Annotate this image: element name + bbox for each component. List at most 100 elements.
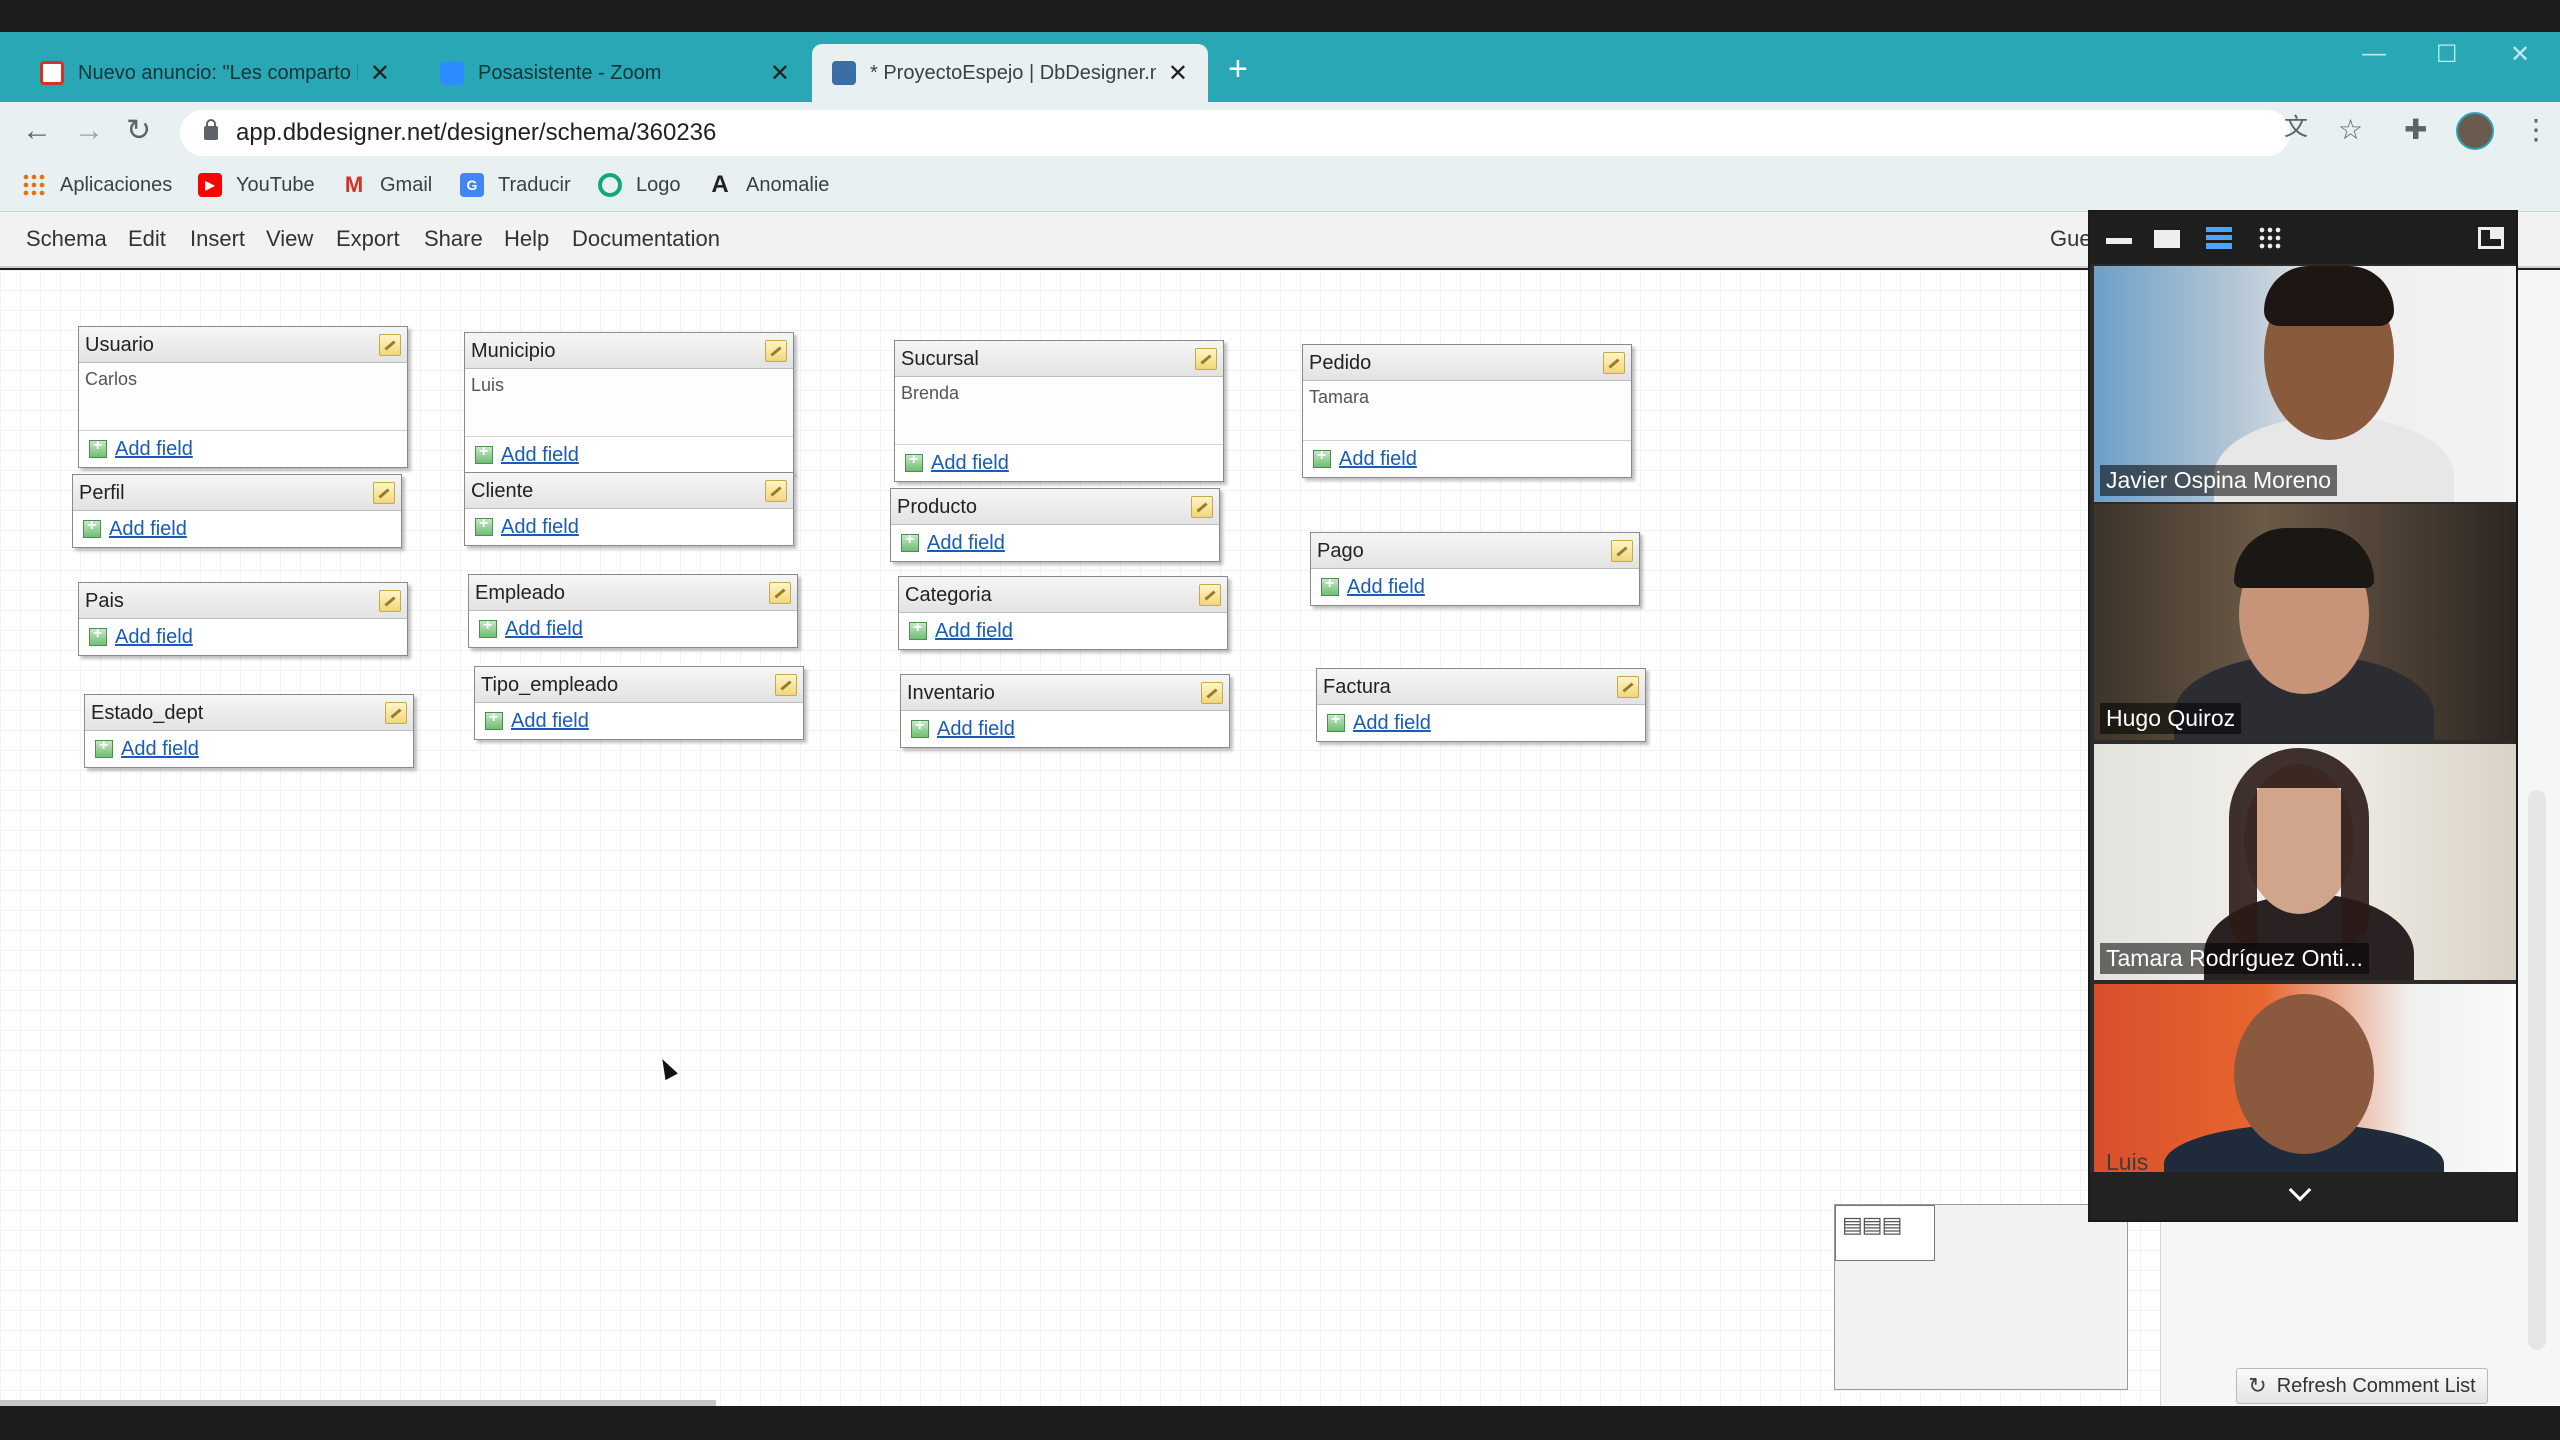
bookmark-traducir[interactable]: G Traducir xyxy=(460,173,571,197)
table-inventario[interactable]: Inventario Add field xyxy=(900,674,1230,748)
add-field-link[interactable]: Add field xyxy=(511,710,589,733)
menu-share[interactable]: Share xyxy=(424,226,483,252)
edit-table-icon[interactable] xyxy=(373,482,395,504)
tab-dbdesigner[interactable]: * ProyectoEspejo | DbDesigner.n ✕ xyxy=(812,44,1208,102)
add-field-link[interactable]: Add field xyxy=(115,438,193,461)
address-bar[interactable]: app.dbdesigner.net/designer/schema/36023… xyxy=(180,110,2290,156)
bookmark-youtube[interactable]: ▶ YouTube xyxy=(198,173,315,197)
add-field-link[interactable]: Add field xyxy=(115,626,193,649)
zoom-minimize-icon[interactable] xyxy=(2106,238,2132,244)
close-icon[interactable]: ✕ xyxy=(770,59,790,88)
bookmark-apps[interactable]: Aplicaciones xyxy=(22,173,172,197)
guest-label[interactable]: Gue xyxy=(2050,226,2092,252)
edit-table-icon[interactable] xyxy=(765,480,787,502)
close-icon[interactable]: ✕ xyxy=(1168,59,1188,88)
edit-table-icon[interactable] xyxy=(385,702,407,724)
bookmark-logo[interactable]: Logo xyxy=(598,173,681,197)
mouse-cursor xyxy=(656,1055,678,1081)
zoom-exit-floating-icon[interactable] xyxy=(2478,227,2504,249)
maximize-window-icon[interactable]: ☐ xyxy=(2436,40,2458,69)
zoom-speaker-view-icon[interactable] xyxy=(2154,230,2180,248)
edit-table-icon[interactable] xyxy=(1617,676,1639,698)
table-pago[interactable]: Pago Add field xyxy=(1310,532,1640,606)
table-municipio[interactable]: Municipio Luis Add field xyxy=(464,332,794,474)
table-pedido[interactable]: Pedido Tamara Add field xyxy=(1302,344,1632,478)
youtube-icon: ▶ xyxy=(198,173,222,197)
translate-icon[interactable]: 文 xyxy=(2284,116,2308,140)
menu-export[interactable]: Export xyxy=(336,226,400,252)
menu-edit[interactable]: Edit xyxy=(128,226,166,252)
edit-table-icon[interactable] xyxy=(765,340,787,362)
minimap[interactable]: ▤▤▤ xyxy=(1834,1204,2128,1390)
participant-video[interactable]: Javier Ospina Moreno xyxy=(2094,266,2516,502)
minimize-window-icon[interactable]: — xyxy=(2362,40,2386,68)
zoom-gallery-view-icon[interactable] xyxy=(2258,226,2282,250)
add-field-link[interactable]: Add field xyxy=(1339,448,1417,471)
add-field-link[interactable]: Add field xyxy=(505,618,583,641)
close-icon[interactable]: ✕ xyxy=(370,59,390,88)
add-field-link[interactable]: Add field xyxy=(1353,712,1431,735)
star-icon[interactable]: ☆ xyxy=(2338,116,2363,144)
table-producto[interactable]: Producto Add field xyxy=(890,488,1220,562)
refresh-comment-list-button[interactable]: ↻ Refresh Comment List xyxy=(2236,1368,2488,1404)
zoom-video-panel[interactable]: Javier Ospina Moreno Hugo Quiroz Tamara … xyxy=(2088,210,2518,1222)
back-arrow-icon[interactable]: ← xyxy=(22,116,52,146)
edit-table-icon[interactable] xyxy=(1201,682,1223,704)
add-field-link[interactable]: Add field xyxy=(931,452,1009,475)
tab-zoom[interactable]: Posasistente - Zoom ✕ xyxy=(420,44,810,102)
forward-arrow-icon[interactable]: → xyxy=(74,116,104,146)
participant-video[interactable]: Hugo Quiroz xyxy=(2094,504,2516,740)
menu-schema[interactable]: Schema xyxy=(26,226,107,252)
add-field-link[interactable]: Add field xyxy=(927,532,1005,555)
menu-dots-icon[interactable]: ⋮ xyxy=(2522,116,2550,144)
edit-table-icon[interactable] xyxy=(379,334,401,356)
add-field-link[interactable]: Add field xyxy=(121,738,199,761)
add-field-link[interactable]: Add field xyxy=(501,444,579,467)
tab-title: Posasistente - Zoom xyxy=(478,61,662,84)
table-factura[interactable]: Factura Add field xyxy=(1316,668,1646,742)
edit-table-icon[interactable] xyxy=(379,590,401,612)
minimap-viewport[interactable]: ▤▤▤ xyxy=(1835,1205,1935,1261)
edit-table-icon[interactable] xyxy=(1611,540,1633,562)
tab-gmail[interactable]: Nuevo anuncio: "Les comparto l ✕ xyxy=(20,44,410,102)
add-field-link[interactable]: Add field xyxy=(501,516,579,539)
table-cliente[interactable]: Cliente Add field xyxy=(464,472,794,546)
table-categoria[interactable]: Categoria Add field xyxy=(898,576,1228,650)
add-field-link[interactable]: Add field xyxy=(937,718,1015,741)
menu-insert[interactable]: Insert xyxy=(190,226,245,252)
bookmark-anomalie[interactable]: A Anomalie xyxy=(708,171,829,198)
comments-scrollbar[interactable] xyxy=(2528,790,2546,1350)
bookmark-gmail[interactable]: M Gmail xyxy=(342,172,432,197)
menu-view[interactable]: View xyxy=(266,226,313,252)
table-name: Pais xyxy=(85,590,124,612)
menu-help[interactable]: Help xyxy=(504,226,549,252)
edit-table-icon[interactable] xyxy=(1603,352,1625,374)
table-usuario[interactable]: Usuario Carlos Add field xyxy=(78,326,408,468)
table-tipo-empleado[interactable]: Tipo_empleado Add field xyxy=(474,666,804,740)
add-field-link[interactable]: Add field xyxy=(1347,576,1425,599)
close-window-icon[interactable]: ✕ xyxy=(2510,40,2530,69)
chevron-down-icon[interactable] xyxy=(2288,1178,2312,1202)
zoom-strip-view-icon[interactable] xyxy=(2206,227,2232,249)
edit-table-icon[interactable] xyxy=(769,582,791,604)
extensions-icon[interactable]: ✚ xyxy=(2404,116,2427,144)
edit-table-icon[interactable] xyxy=(1195,348,1217,370)
participant-video[interactable]: Tamara Rodríguez Onti... xyxy=(2094,744,2516,980)
edit-table-icon[interactable] xyxy=(1199,584,1221,606)
menu-documentation[interactable]: Documentation xyxy=(572,226,720,252)
edit-table-icon[interactable] xyxy=(775,674,797,696)
add-field-link[interactable]: Add field xyxy=(935,620,1013,643)
table-perfil[interactable]: Perfil Add field xyxy=(72,474,402,548)
edit-table-icon[interactable] xyxy=(1191,496,1213,518)
table-name: Empleado xyxy=(475,582,566,604)
table-empleado[interactable]: Empleado Add field xyxy=(468,574,798,648)
table-sucursal[interactable]: Sucursal Brenda Add field xyxy=(894,340,1224,482)
table-estado-dept[interactable]: Estado_dept Add field xyxy=(84,694,414,768)
reload-icon[interactable]: ↻ xyxy=(126,116,151,146)
refresh-label: Refresh Comment List xyxy=(2276,1374,2476,1397)
new-tab-icon[interactable]: + xyxy=(1228,52,1248,86)
table-pais[interactable]: Pais Add field xyxy=(78,582,408,656)
profile-avatar[interactable] xyxy=(2456,112,2494,150)
participant-video[interactable]: Luis xyxy=(2094,984,2516,1174)
add-field-link[interactable]: Add field xyxy=(109,518,187,541)
